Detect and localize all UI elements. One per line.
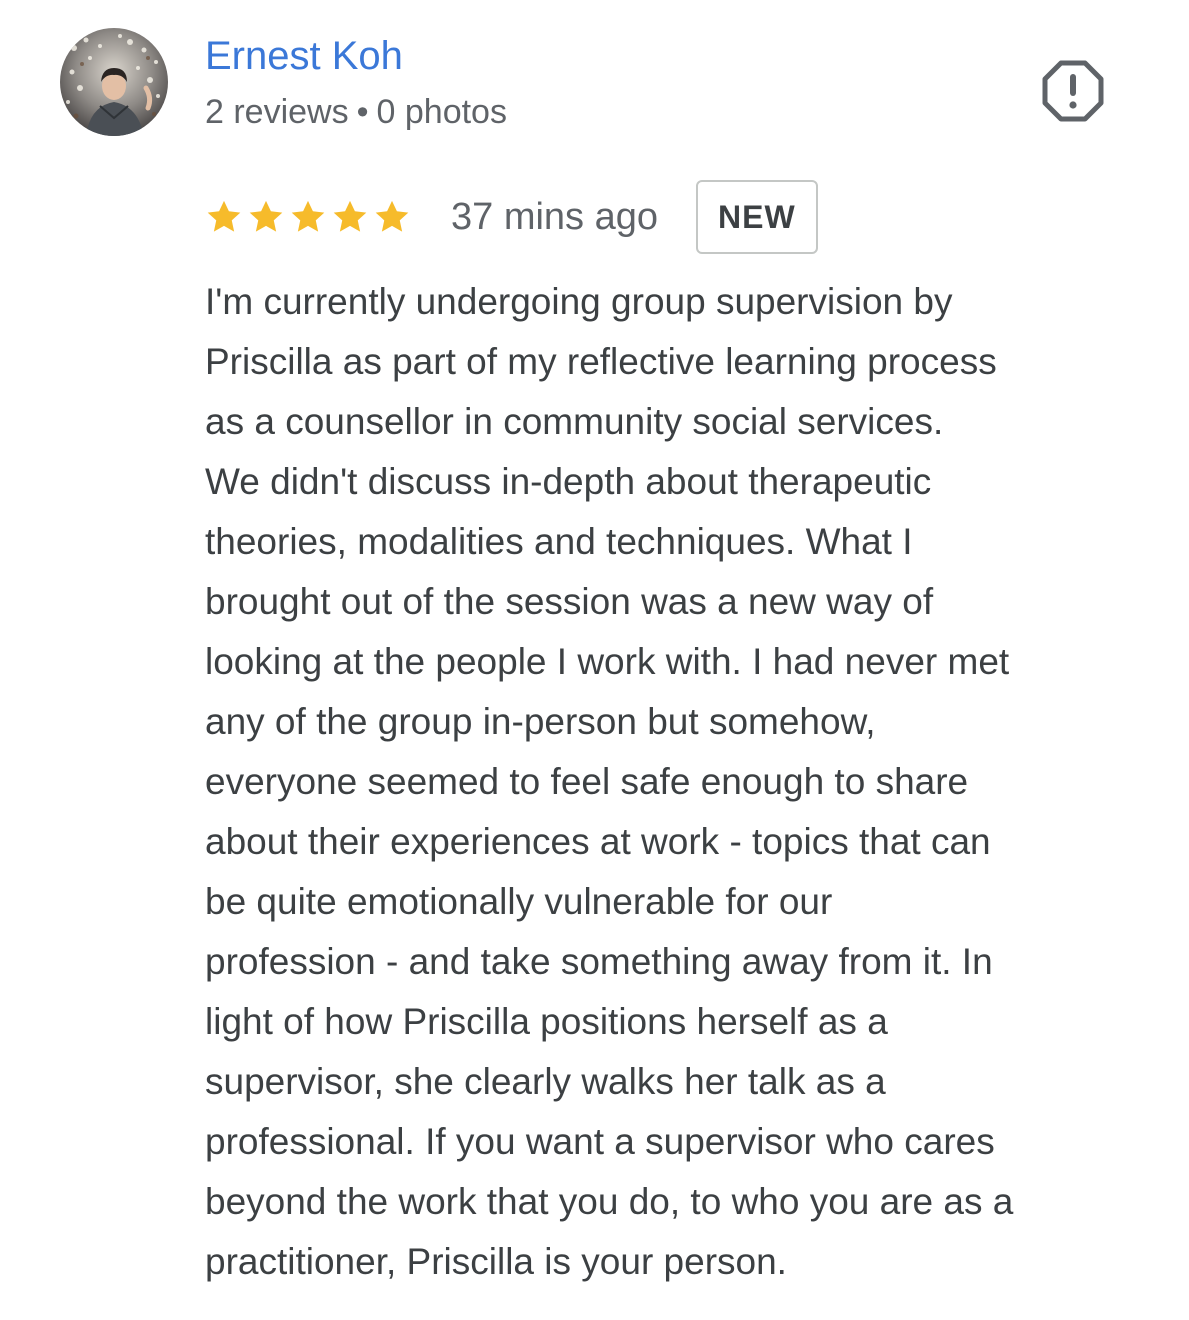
meta-separator: •	[356, 93, 369, 131]
review-text-line: light of how Priscilla positions herself…	[205, 1001, 888, 1042]
review-text-line: I'm currently undergoing group supervisi…	[205, 281, 953, 322]
avatar-photo	[60, 28, 168, 136]
review-count: 2 reviews	[205, 93, 349, 131]
star-icon	[207, 200, 241, 232]
reviewer-name[interactable]: Ernest Koh	[205, 32, 403, 80]
rating-row: 37 mins ago NEW	[205, 180, 818, 254]
star-icon	[249, 200, 283, 232]
review-text-line: professional. If you want a supervisor w…	[205, 1121, 995, 1162]
reviewer-stats: 2 reviews • 0 photos	[205, 92, 507, 132]
star-icon	[375, 200, 409, 232]
review-text-line: theories, modalities and techniques. Wha…	[205, 521, 913, 562]
review-text-line: supervisor, she clearly walks her talk a…	[205, 1061, 886, 1102]
report-flag-icon	[1042, 60, 1104, 122]
review-text-line: as a counsellor in community social serv…	[205, 401, 944, 442]
reviewer-avatar[interactable]	[60, 28, 168, 136]
new-badge: NEW	[696, 180, 818, 254]
review-text-line: We didn't discuss in-depth about therape…	[205, 461, 932, 502]
review-text-line: brought out of the session was a new way…	[205, 581, 934, 622]
review-text-line: everyone seemed to feel safe enough to s…	[205, 761, 969, 802]
review-text-line: beyond the work that you do, to who you …	[205, 1181, 1014, 1222]
star-icon	[333, 200, 367, 232]
review-text-line: about their experiences at work - topics…	[205, 821, 991, 862]
star-icon	[291, 200, 325, 232]
review-time: 37 mins ago	[451, 196, 659, 238]
review-text-line: practitioner, Priscilla is your person.	[205, 1241, 787, 1282]
photo-count: 0 photos	[376, 93, 507, 131]
review-text-line: profession - and take something away fro…	[205, 941, 993, 982]
review-text-line: Priscilla as part of my reflective learn…	[205, 341, 997, 382]
review-text-line: be quite emotionally vulnerable for our	[205, 881, 833, 922]
review-text-line: looking at the people I work with. I had…	[205, 641, 1010, 682]
report-review-button[interactable]	[1042, 60, 1104, 122]
review-body: I'm currently undergoing group supervisi…	[205, 272, 1165, 1292]
star-rating	[205, 198, 411, 236]
review-text-line: any of the group in-person but somehow,	[205, 701, 876, 742]
